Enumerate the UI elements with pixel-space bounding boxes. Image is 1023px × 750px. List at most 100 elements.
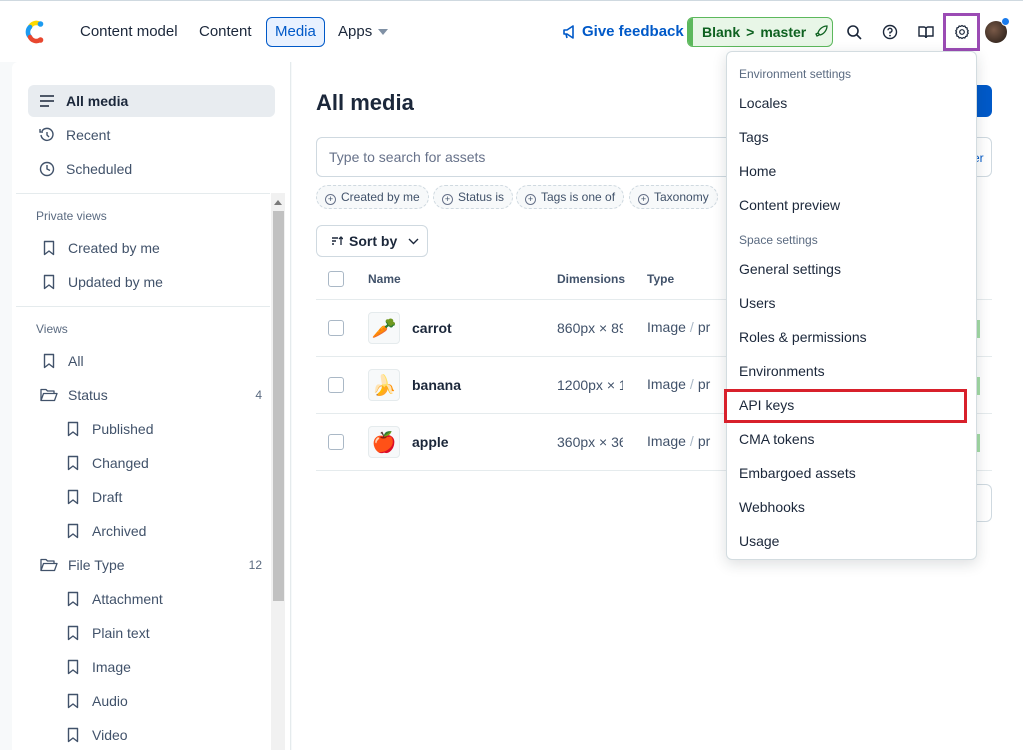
asset-emoji: 🍎 xyxy=(371,431,397,454)
nav-apps[interactable]: Apps xyxy=(330,17,396,47)
menu-item-general-settings[interactable]: General settings xyxy=(727,252,976,286)
page-title: All media xyxy=(316,90,414,115)
bookmark-icon xyxy=(64,692,82,710)
menu-item-environments[interactable]: Environments xyxy=(727,354,976,388)
book-icon[interactable] xyxy=(913,19,939,45)
sort-label: Sort by xyxy=(349,233,398,249)
filter-chip-tags[interactable]: + Tags is one of xyxy=(516,185,625,209)
scroll-up-arrow-icon[interactable] xyxy=(274,200,282,205)
sidebar-scrollbar-thumb[interactable] xyxy=(273,211,284,601)
sidebar-item-changed[interactable]: Changed xyxy=(64,447,149,479)
sidebar-item-all[interactable]: All xyxy=(40,345,84,377)
sidebar-item-recent[interactable]: Recent xyxy=(28,119,275,151)
asset-type-sub: pr xyxy=(697,319,711,335)
asset-type: Image / pr xyxy=(647,376,713,392)
menu-item-locales[interactable]: Locales xyxy=(727,86,976,120)
nav-content-model[interactable]: Content model xyxy=(72,17,186,47)
menu-item-tags[interactable]: Tags xyxy=(727,120,976,154)
sidebar-item-archived[interactable]: Archived xyxy=(64,515,146,547)
menu-item-users[interactable]: Users xyxy=(727,286,976,320)
sidebar-item-attachment[interactable]: Attachment xyxy=(64,583,163,615)
bookmark-icon xyxy=(64,522,82,540)
asset-thumbnail[interactable]: 🥕 xyxy=(368,312,400,344)
megaphone-icon xyxy=(562,23,582,40)
chip-label: Created by me xyxy=(341,190,420,204)
env-separator: > xyxy=(746,24,755,40)
sidebar-item-label: Changed xyxy=(92,455,149,471)
sidebar-item-all-media[interactable]: All media xyxy=(28,85,275,117)
asset-type-label: Image xyxy=(647,433,686,449)
sidebar-item-audio[interactable]: Audio xyxy=(64,685,128,717)
sidebar: All media Recent Scheduled Private views… xyxy=(12,62,291,750)
sidebar-item-label: Attachment xyxy=(92,591,163,607)
sidebar-item-label: Recent xyxy=(66,127,111,143)
sidebar-item-plain-text[interactable]: Plain text xyxy=(64,617,150,649)
menu-item-roles-permissions[interactable]: Roles & permissions xyxy=(727,320,976,354)
chevron-down-icon xyxy=(401,233,419,249)
sidebar-divider xyxy=(16,306,270,307)
menu-item-webhooks[interactable]: Webhooks xyxy=(727,490,976,524)
nav-content[interactable]: Content xyxy=(191,17,260,47)
env-stripe xyxy=(688,18,693,46)
sidebar-item-scheduled[interactable]: Scheduled xyxy=(28,153,275,185)
plus-circle-icon: + xyxy=(638,194,649,205)
menu-item-cma-tokens[interactable]: CMA tokens xyxy=(727,422,976,456)
row-checkbox[interactable] xyxy=(328,377,344,393)
search-icon[interactable] xyxy=(841,19,867,45)
chip-label: Tags is one of xyxy=(541,190,616,204)
give-feedback-link[interactable]: Give feedback xyxy=(562,17,684,47)
asset-name[interactable]: apple xyxy=(412,434,449,450)
column-header-dimensions[interactable]: Dimensions xyxy=(557,272,625,286)
filter-chip-created-by-me[interactable]: + Created by me xyxy=(316,185,429,209)
bookmark-icon xyxy=(64,488,82,506)
asset-type-sub: pr xyxy=(697,376,711,392)
filter-chip-taxonomy[interactable]: + Taxonomy xyxy=(629,185,718,209)
row-checkbox[interactable] xyxy=(328,320,344,336)
sidebar-item-created-by-me[interactable]: Created by me xyxy=(40,232,160,264)
asset-dimensions: 360px × 36 xyxy=(557,434,623,450)
sidebar-item-label: Audio xyxy=(92,693,128,709)
menu-item-content-preview[interactable]: Content preview xyxy=(727,188,976,222)
asset-thumbnail[interactable]: 🍎 xyxy=(368,426,400,458)
sidebar-item-label: Status xyxy=(68,387,108,403)
sidebar-item-label: File Type xyxy=(68,557,125,573)
history-icon xyxy=(38,126,56,144)
sidebar-item-label: Published xyxy=(92,421,154,437)
nav-media[interactable]: Media xyxy=(266,17,325,47)
asset-name[interactable]: carrot xyxy=(412,320,452,336)
sidebar-item-updated-by-me[interactable]: Updated by me xyxy=(40,266,163,298)
column-header-name[interactable]: Name xyxy=(368,272,401,286)
column-header-type[interactable]: Type xyxy=(647,272,674,286)
clock-icon xyxy=(38,160,56,178)
sidebar-item-label: Image xyxy=(92,659,131,675)
sidebar-folder-file-type[interactable]: File Type 12 xyxy=(40,549,272,581)
folder-open-icon xyxy=(40,556,58,574)
sidebar-folder-status[interactable]: Status 4 xyxy=(40,379,272,411)
sidebar-item-video[interactable]: Video xyxy=(64,719,128,750)
menu-item-usage[interactable]: Usage xyxy=(727,524,976,558)
sort-icon xyxy=(331,233,349,249)
asset-emoji: 🍌 xyxy=(371,374,397,397)
plus-circle-icon: + xyxy=(325,194,336,205)
row-checkbox[interactable] xyxy=(328,434,344,450)
bookmark-icon xyxy=(64,658,82,676)
sidebar-item-draft[interactable]: Draft xyxy=(64,481,122,513)
views-heading: Views xyxy=(36,322,68,336)
select-all-checkbox[interactable] xyxy=(328,271,344,287)
filter-chip-status[interactable]: + Status is xyxy=(433,185,514,209)
asset-thumbnail[interactable]: 🍌 xyxy=(368,369,400,401)
bookmark-icon xyxy=(64,590,82,608)
environment-switcher[interactable]: Blank > master xyxy=(687,17,833,47)
asset-name[interactable]: banana xyxy=(412,377,461,393)
sidebar-item-image[interactable]: Image xyxy=(64,651,131,683)
sidebar-item-label: Updated by me xyxy=(68,274,163,290)
help-icon[interactable] xyxy=(877,19,903,45)
sidebar-item-published[interactable]: Published xyxy=(64,413,154,445)
contentful-logo-icon[interactable] xyxy=(22,19,46,45)
menu-item-home[interactable]: Home xyxy=(727,154,976,188)
env-space: Blank xyxy=(702,24,741,40)
menu-item-embargoed-assets[interactable]: Embargoed assets xyxy=(727,456,976,490)
notification-dot xyxy=(1001,17,1010,26)
bookmark-icon xyxy=(40,239,58,257)
sort-by-button[interactable]: Sort by xyxy=(316,225,428,257)
